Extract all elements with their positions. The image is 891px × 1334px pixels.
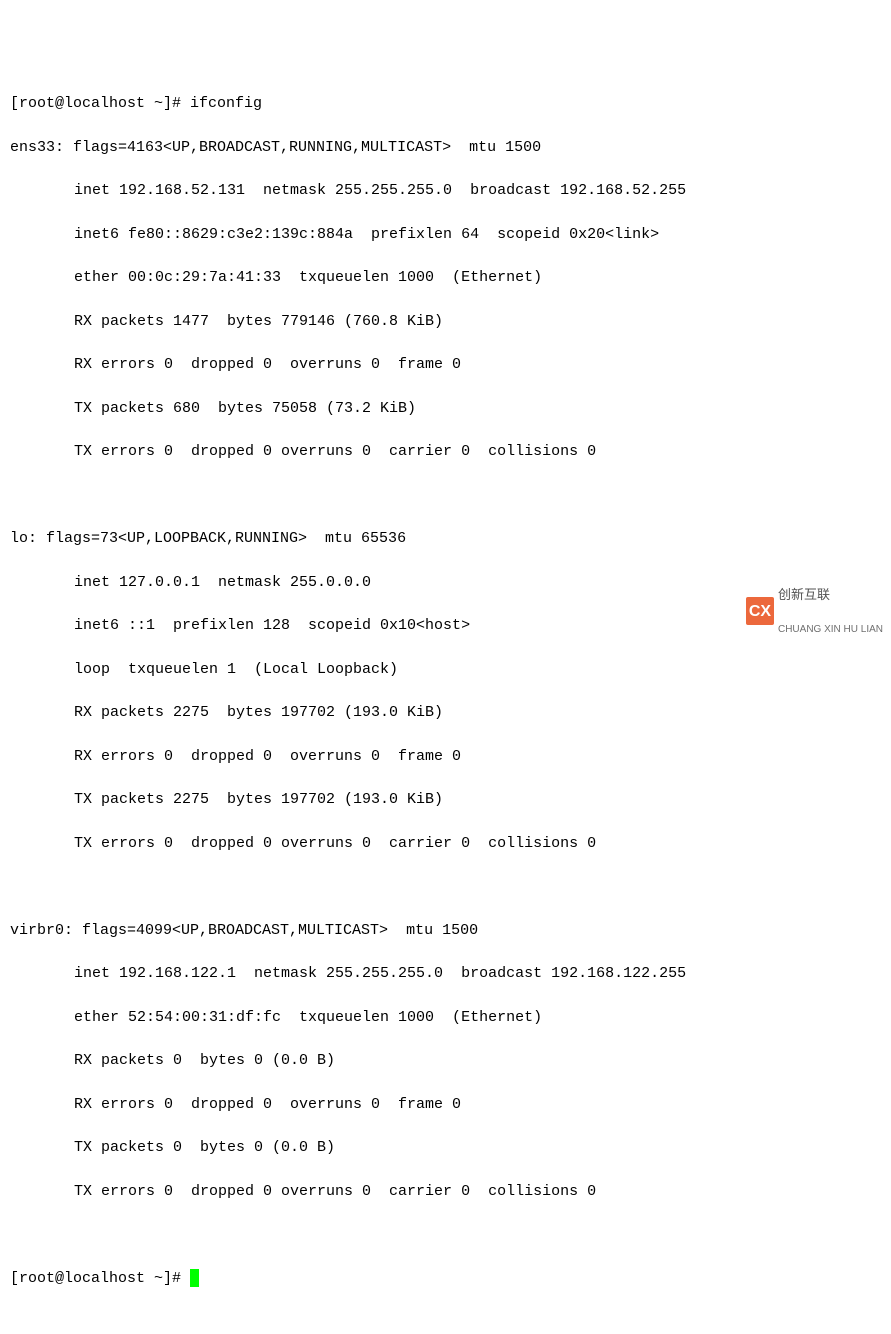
iface-line: loop txqueuelen 1 (Local Loopback): [10, 659, 881, 681]
blank-line: [10, 1224, 881, 1246]
command-line[interactable]: [root@localhost ~]# ifconfig: [10, 93, 881, 115]
watermark-cn: 创新互联: [778, 588, 883, 602]
iface-line: TX errors 0 dropped 0 overruns 0 carrier…: [10, 441, 881, 463]
iface-line: RX errors 0 dropped 0 overruns 0 frame 0: [10, 1094, 881, 1116]
iface-line: inet 192.168.52.131 netmask 255.255.255.…: [10, 180, 881, 202]
iface-line: RX errors 0 dropped 0 overruns 0 frame 0: [10, 354, 881, 376]
iface-line: RX packets 1477 bytes 779146 (760.8 KiB): [10, 311, 881, 333]
iface-line: RX packets 2275 bytes 197702 (193.0 KiB): [10, 702, 881, 724]
iface-header: lo: flags=73<UP,LOOPBACK,RUNNING> mtu 65…: [10, 528, 881, 550]
command-text: ifconfig: [190, 95, 262, 112]
cursor-icon: [190, 1269, 199, 1287]
iface-line: TX packets 680 bytes 75058 (73.2 KiB): [10, 398, 881, 420]
watermark-logo-icon: CX: [746, 597, 774, 625]
iface-line: RX errors 0 dropped 0 overruns 0 frame 0: [10, 746, 881, 768]
prompt: [root@localhost ~]#: [10, 1270, 190, 1287]
watermark-text: 创新互联 CHUANG XIN HU LIAN: [778, 566, 883, 657]
blank-line: [10, 485, 881, 507]
prompt: [root@localhost ~]#: [10, 95, 190, 112]
iface-line: inet 192.168.122.1 netmask 255.255.255.0…: [10, 963, 881, 985]
iface-line: ether 52:54:00:31:df:fc txqueuelen 1000 …: [10, 1007, 881, 1029]
watermark-en: CHUANG XIN HU LIAN: [778, 624, 883, 635]
iface-header: virbr0: flags=4099<UP,BROADCAST,MULTICAS…: [10, 920, 881, 942]
iface-line: TX packets 2275 bytes 197702 (193.0 KiB): [10, 789, 881, 811]
watermark: CX 创新互联 CHUANG XIN HU LIAN: [746, 566, 883, 657]
iface-line: inet6 fe80::8629:c3e2:139c:884a prefixle…: [10, 224, 881, 246]
iface-line: TX errors 0 dropped 0 overruns 0 carrier…: [10, 1181, 881, 1203]
iface-line: RX packets 0 bytes 0 (0.0 B): [10, 1050, 881, 1072]
iface-line: TX errors 0 dropped 0 overruns 0 carrier…: [10, 833, 881, 855]
iface-line: ether 00:0c:29:7a:41:33 txqueuelen 1000 …: [10, 267, 881, 289]
command-line[interactable]: [root@localhost ~]#: [10, 1268, 881, 1290]
iface-header: ens33: flags=4163<UP,BROADCAST,RUNNING,M…: [10, 137, 881, 159]
iface-line: TX packets 0 bytes 0 (0.0 B): [10, 1137, 881, 1159]
blank-line: [10, 876, 881, 898]
